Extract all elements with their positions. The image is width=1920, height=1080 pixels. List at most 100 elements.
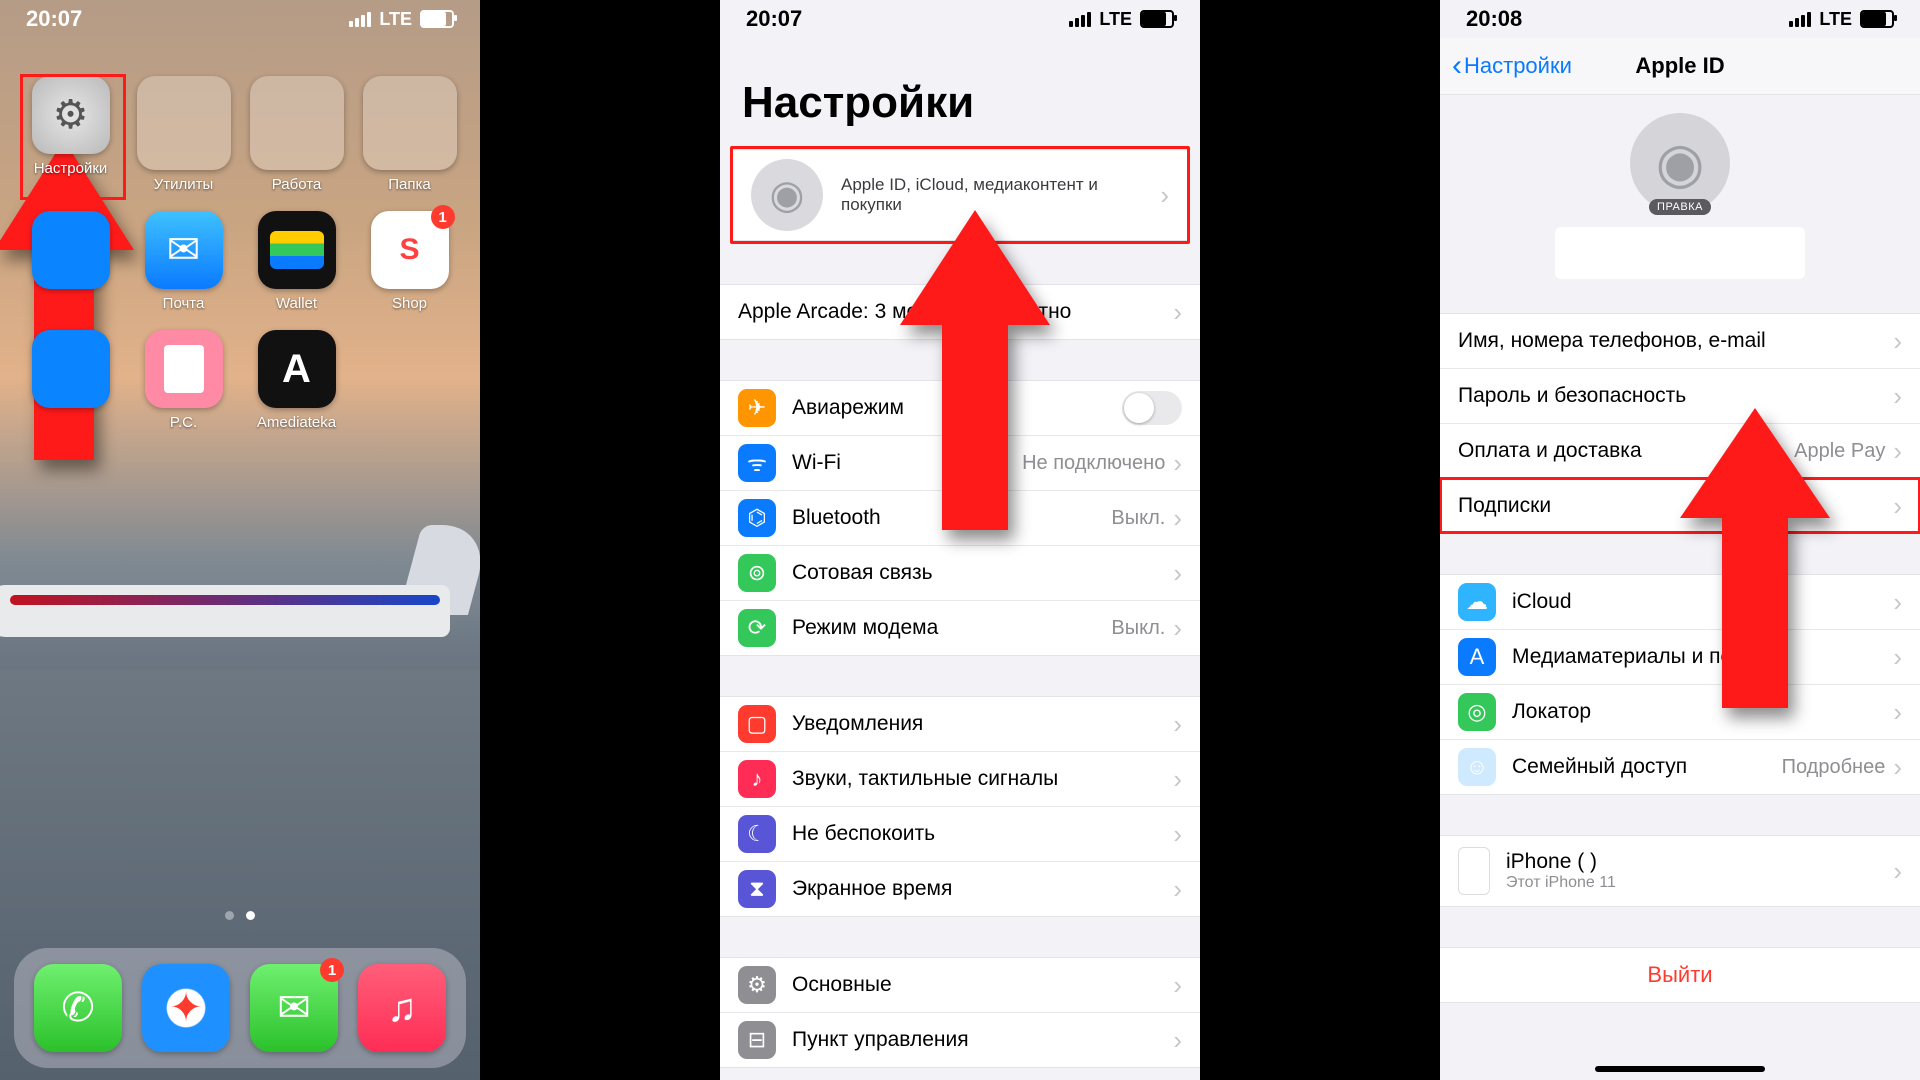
row-apple-arcade[interactable]: Apple Arcade: 3 месяца бесплатно › bbox=[720, 285, 1200, 339]
row-icon: ⚙ bbox=[738, 966, 776, 1004]
shop-icon: S1 bbox=[371, 211, 449, 289]
chevron-right-icon: › bbox=[1893, 381, 1902, 412]
row-медиаматериалы-и-покупки[interactable]: AМедиаматериалы и покупки› bbox=[1440, 629, 1920, 684]
back-button[interactable]: ‹Настройки bbox=[1452, 49, 1572, 83]
dock-safari[interactable]: ✦ bbox=[142, 964, 230, 1052]
chevron-right-icon: › bbox=[1893, 697, 1902, 728]
row-авиарежим[interactable]: ✈Авиарежим bbox=[720, 381, 1200, 435]
mail-icon: ✉ bbox=[145, 211, 223, 289]
chevron-right-icon: › bbox=[1893, 587, 1902, 618]
gear-icon: ⚙ bbox=[53, 92, 89, 138]
wallpaper-airplane bbox=[0, 520, 480, 660]
row-bluetooth[interactable]: ⌬BluetoothВыкл.› bbox=[720, 490, 1200, 545]
profile-name-redacted bbox=[1555, 227, 1805, 279]
chevron-right-icon: › bbox=[1173, 297, 1182, 328]
row-icon: ▢ bbox=[738, 705, 776, 743]
folder-papka[interactable]: Папка bbox=[359, 76, 460, 193]
row-основные[interactable]: ⚙Основные› bbox=[720, 958, 1200, 1012]
chevron-right-icon: › bbox=[1160, 180, 1169, 211]
row-label: Bluetooth bbox=[792, 506, 1111, 530]
row-звуки-тактильные-сигналы[interactable]: ♪Звуки, тактильные сигналы› bbox=[720, 751, 1200, 806]
row-не-беспокоить[interactable]: ☾ Не беспокоить› bbox=[720, 806, 1200, 861]
row-оплата-и-доставка[interactable]: Оплата и доставкаApple Pay› bbox=[1440, 423, 1920, 478]
app-shop[interactable]: S1Shop bbox=[359, 211, 460, 312]
row-имя-номера-телефонов-e-mail[interactable]: Имя, номера телефонов, e-mail› bbox=[1440, 314, 1920, 368]
chevron-right-icon: › bbox=[1173, 613, 1182, 644]
row-device-iphone[interactable]: iPhone ( ) Этот iPhone 11 › bbox=[1440, 836, 1920, 906]
row-пароль-и-безопасность[interactable]: Пароль и безопасность› bbox=[1440, 368, 1920, 423]
chevron-right-icon: › bbox=[1173, 874, 1182, 905]
signal-icon bbox=[1069, 12, 1091, 27]
row-wi-fi[interactable]: ᯤWi-FiНе подключено› bbox=[720, 435, 1200, 490]
row-icon: ⧗ bbox=[738, 870, 776, 908]
app-settings[interactable]: ⚙Настройки bbox=[20, 76, 121, 193]
row-icon: ⊟ bbox=[738, 1021, 776, 1059]
row-icon: ☁ bbox=[1458, 583, 1496, 621]
row-icon: ⊚ bbox=[738, 554, 776, 592]
battery-icon bbox=[1860, 10, 1894, 28]
row-value: Apple Pay bbox=[1794, 440, 1885, 463]
row-экранное-время[interactable]: ⧗Экранное время› bbox=[720, 861, 1200, 916]
chevron-right-icon: › bbox=[1893, 436, 1902, 467]
battery-icon bbox=[1140, 10, 1174, 28]
app-wallet[interactable]: Wallet bbox=[246, 211, 347, 312]
dock-phone[interactable]: ✆ bbox=[34, 964, 122, 1052]
dock-messages[interactable]: ✉1 bbox=[250, 964, 338, 1052]
phone-home-screen: 20:07 LTE ⚙Настройки Утилиты Работа Папк… bbox=[0, 0, 480, 1080]
row-пункт-управления[interactable]: ⊟ Пункт управления› bbox=[720, 1012, 1200, 1067]
row-icon: ⟳ bbox=[738, 609, 776, 647]
row-icon: ☺ bbox=[1458, 748, 1496, 786]
row-icon: ᯤ bbox=[738, 444, 776, 482]
row-icon: ◎ bbox=[1458, 693, 1496, 731]
row-label: Wi-Fi bbox=[792, 451, 1022, 475]
chevron-right-icon: › bbox=[1893, 642, 1902, 673]
app-pc[interactable]: P.C. bbox=[133, 330, 234, 431]
folder-utilities[interactable]: Утилиты bbox=[133, 76, 234, 193]
row-label: Локатор bbox=[1512, 700, 1893, 724]
row-label: Пароль и безопасность bbox=[1458, 384, 1893, 408]
toggle-switch[interactable] bbox=[1122, 391, 1182, 425]
highlight-apple-id-row: ◉ Apple ID, iCloud, медиаконтент и покуп… bbox=[730, 146, 1190, 244]
chevron-right-icon: › bbox=[1173, 448, 1182, 479]
sign-out-button[interactable]: Выйти bbox=[1440, 948, 1920, 1002]
row-icon: ☾ bbox=[738, 815, 776, 853]
status-bar: 20:08 LTE bbox=[1440, 0, 1920, 38]
app-unknown-blue-2[interactable] bbox=[20, 330, 121, 431]
page-dots[interactable] bbox=[0, 911, 480, 920]
chevron-left-icon: ‹ bbox=[1452, 49, 1462, 83]
dock-music[interactable]: ♫ bbox=[358, 964, 446, 1052]
row-icloud[interactable]: ☁iCloud› bbox=[1440, 575, 1920, 629]
row-label: Не беспокоить bbox=[792, 822, 1173, 846]
app-mail[interactable]: ✉Почта bbox=[133, 211, 234, 312]
phone-settings-screen: 20:07 LTE Настройки ◉ Apple ID, iCloud, … bbox=[720, 0, 1200, 1080]
app-amediateka[interactable]: AAmediateka bbox=[246, 330, 347, 431]
settings-title: Настройки bbox=[742, 78, 1200, 128]
row-value: Выкл. bbox=[1111, 617, 1165, 640]
amediateka-icon: A bbox=[258, 330, 336, 408]
row-label: Режим модема bbox=[792, 616, 1111, 640]
row-icon: A bbox=[1458, 638, 1496, 676]
row-label: Пункт управления bbox=[792, 1028, 1173, 1052]
avatar-icon[interactable]: ◉ПРАВКА bbox=[1630, 113, 1730, 213]
status-bar: 20:07 LTE bbox=[720, 0, 1200, 38]
folder-work[interactable]: Работа bbox=[246, 76, 347, 193]
row-локатор[interactable]: ◎ Локатор› bbox=[1440, 684, 1920, 739]
signal-icon bbox=[349, 12, 371, 27]
status-time: 20:08 bbox=[1466, 6, 1522, 32]
status-time: 20:07 bbox=[746, 6, 802, 32]
nav-bar: ‹Настройки Apple ID bbox=[1440, 38, 1920, 95]
row-icon: ⌬ bbox=[738, 499, 776, 537]
row-label: Звуки, тактильные сигналы bbox=[792, 767, 1173, 791]
chevron-right-icon: › bbox=[1173, 1025, 1182, 1056]
row-label: Имя, номера телефонов, e-mail bbox=[1458, 329, 1893, 353]
app-unknown-blue-1[interactable] bbox=[20, 211, 121, 312]
row-режим-модема[interactable]: ⟳ Режим модемаВыкл. › bbox=[720, 600, 1200, 655]
row-сотовая-связь[interactable]: ⊚Сотовая связь› bbox=[720, 545, 1200, 600]
row-уведомления[interactable]: ▢Уведомления› bbox=[720, 697, 1200, 751]
row-подписки[interactable]: Подписки› bbox=[1440, 478, 1920, 533]
row-apple-id[interactable]: ◉ Apple ID, iCloud, медиаконтент и покуп… bbox=[733, 150, 1187, 240]
row-семейный-доступ[interactable]: ☺Семейный доступПодробнее› bbox=[1440, 739, 1920, 794]
home-indicator[interactable] bbox=[1595, 1066, 1765, 1072]
chevron-right-icon: › bbox=[1173, 819, 1182, 850]
edit-avatar-button[interactable]: ПРАВКА bbox=[1649, 199, 1711, 215]
